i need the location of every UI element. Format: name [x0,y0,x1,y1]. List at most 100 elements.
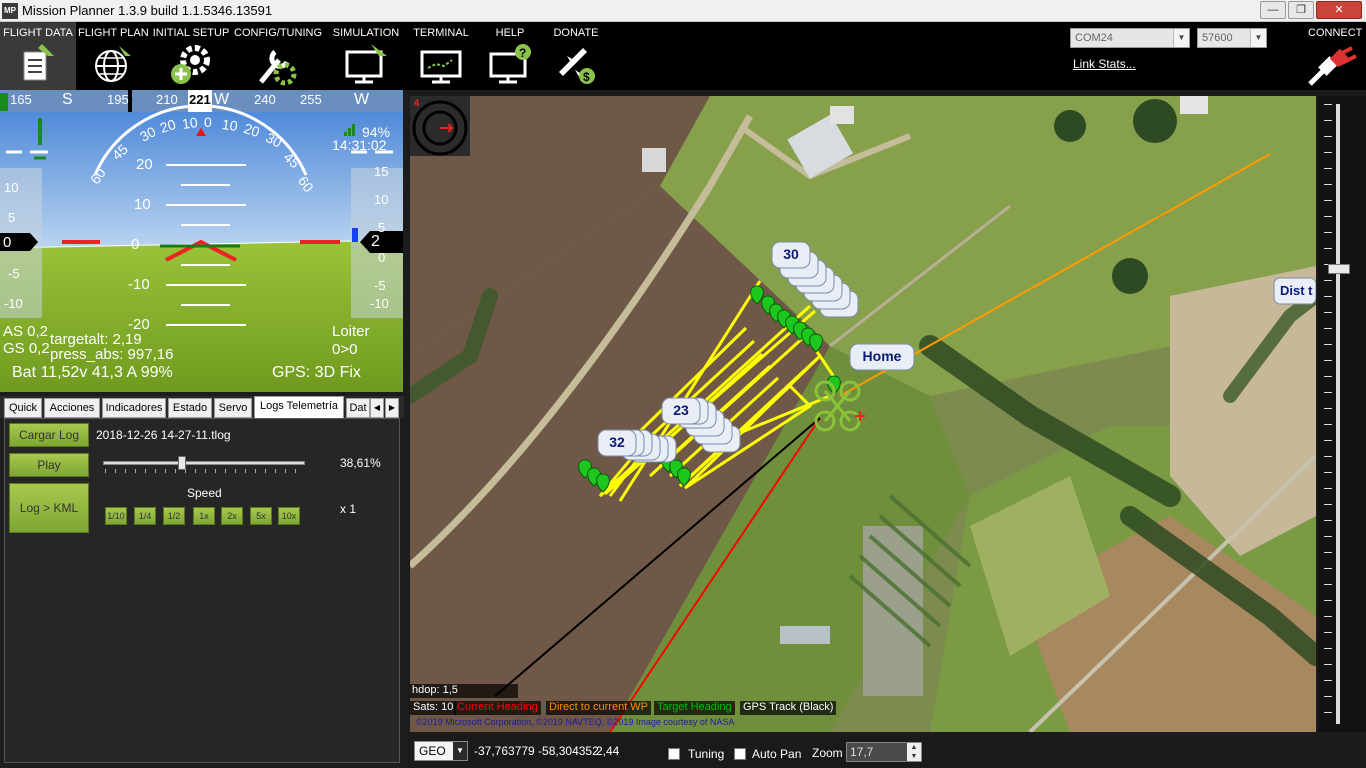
menu-label: INITIAL SETUP [152,27,230,39]
connect-plug-icon[interactable] [1306,46,1358,86]
left-panel: 165 S 195 210 221 W 240 255 W 60 45 30 2… [0,90,404,768]
zoom-ticks [1324,104,1332,724]
coord-type-select[interactable]: GEO ▼ [414,741,468,761]
minimize-button[interactable]: — [1260,1,1286,19]
press-abs-text: press_abs: 997,16 [50,346,174,363]
tab-dat[interactable]: Dat [346,398,370,418]
tab-quick[interactable]: Quick [4,398,42,418]
roll-tick: 10 [220,115,239,135]
waypoint-label-30[interactable]: 30 [772,246,810,262]
menu-help[interactable]: HELP ? [482,22,538,90]
slider-thumb[interactable] [178,456,186,470]
menu-flight-plan[interactable]: FLIGHT PLAN [78,22,149,90]
link-stats-link[interactable]: Link Stats... [1073,57,1136,71]
close-button[interactable]: ✕ [1316,1,1362,19]
speed-tape-tick: -10 [4,296,23,311]
menu-config-tuning[interactable]: CONFIG/TUNING [234,22,322,90]
tab-acciones[interactable]: Acciones [44,398,100,418]
speed-1x-button[interactable]: 1x [193,507,215,525]
zoom-input[interactable]: 17,7 ▲ ▼ [846,742,922,762]
config-tuning-icon [259,50,297,86]
load-log-button[interactable]: Cargar Log [9,423,89,447]
chevron-down-icon: ▼ [1173,29,1189,47]
main-menu-bar: FLIGHT DATA FLIGHT PLAN INITIAL SETUP CO… [0,22,1366,90]
speed-1-4-button[interactable]: 1/4 [134,507,156,525]
waypoint-label-23[interactable]: 23 [662,402,700,418]
app-icon: MP [2,3,18,19]
alt-tape-tick: -5 [374,278,386,293]
maximize-button[interactable]: ❐ [1288,1,1314,19]
hud-display: 165 S 195 210 221 W 240 255 W 60 45 30 2… [0,90,403,392]
alt-tape-tick: 15 [374,164,389,179]
tab-indicadores[interactable]: Indicadores [102,398,166,418]
port-select[interactable]: COM24 ▼ [1070,28,1190,48]
compass-tick: W [354,91,370,108]
speed-2x-button[interactable]: 2x [221,507,243,525]
tab-strip: Quick Acciones Indicadores Estado Servo … [0,396,404,418]
tab-estado[interactable]: Estado [168,398,212,418]
cursor-coordinates: -37,763779 -58,304352 [474,744,599,758]
title-bar: MP Mission Planner 1.3.9 build 1.1.5346.… [0,0,1366,22]
map-view[interactable]: 4 30 23 32 Home Dist t hdop: 1,5 Sats: 1… [410,96,1316,732]
terminal-icon [420,50,462,84]
waypoint-label-32[interactable]: 32 [598,434,636,450]
speed-1-2-button[interactable]: 1/2 [163,507,185,525]
legend-current-heading: Current Heading [454,701,541,715]
home-label[interactable]: Home [850,348,914,364]
compass-tick: W [214,91,230,108]
playback-slider[interactable] [103,456,305,470]
svg-text:$: $ [583,70,590,84]
speed-tape-tick: 5 [8,210,16,225]
zoom-slider[interactable] [1318,96,1366,732]
baud-select[interactable]: 57600 ▼ [1197,28,1267,48]
zoom-value: 17,7 [850,745,874,759]
battery-status: Bat 11,52v 41,3 A 99% [12,364,173,381]
alt-tape-tick: 10 [374,192,389,207]
compass-tick: 255 [300,92,322,107]
pitch-tick: 0 [131,236,140,253]
speed-value: 0 [3,234,12,251]
zoom-label: Zoom [812,746,843,760]
roll-tick: 0 [204,114,212,130]
initial-setup-icon [171,45,210,84]
map-status-bar: GEO ▼ -37,763779 -58,304352 2,44 Tuning … [408,736,1366,768]
menu-terminal[interactable]: TERMINAL [410,22,472,90]
tuning-checkbox[interactable] [668,748,680,760]
zoom-thumb[interactable] [1328,264,1350,274]
speed-tape-tick: 10 [4,180,19,195]
tab-scroll-left-icon[interactable]: ◀ [370,398,384,418]
roll-tick: 10 [180,113,199,133]
menu-label: FLIGHT PLAN [78,27,149,39]
auto-pan-checkbox[interactable] [734,748,746,760]
chevron-down-icon: ▼ [1250,29,1266,47]
window-title: Mission Planner 1.3.9 build 1.1.5346.135… [22,3,273,18]
legend-target-heading: Target Heading [654,701,735,715]
speed-5x-button[interactable]: 5x [250,507,272,525]
play-button[interactable]: Play [9,453,89,477]
menu-simulation[interactable]: SIMULATION [330,22,402,90]
menu-flight-data[interactable]: FLIGHT DATA [0,22,76,90]
tab-logs-telemetria[interactable]: Logs Telemetría [254,396,344,418]
menu-label: CONFIG/TUNING [234,27,322,39]
compass-tick: 210 [156,92,178,107]
logs-telemetry-pane: Cargar Log 2018-12-26 14-27-11.tlog Play… [4,418,400,763]
distance-label: Dist t [1280,283,1313,298]
zoom-stepper-icon[interactable]: ▲ ▼ [907,743,921,761]
tab-servo[interactable]: Servo [214,398,252,418]
compass-number: 4 [414,98,420,108]
tuning-label: Tuning [688,747,725,761]
speed-1-10-button[interactable]: 1/10 [105,507,127,525]
tab-scroll-right-icon[interactable]: ▶ [385,398,399,418]
menu-donate[interactable]: DONATE $ [546,22,606,90]
pitch-tick: 20 [136,156,153,173]
connect-label[interactable]: CONNECT [1308,27,1362,39]
log-to-kml-button[interactable]: Log > KML [9,483,89,533]
baud-value: 57600 [1202,32,1233,44]
auto-pan-label: Auto Pan [752,747,802,761]
menu-label: SIMULATION [332,27,400,39]
log-filename: 2018-12-26 14-27-11.tlog [96,428,231,442]
menu-initial-setup[interactable]: INITIAL SETUP [152,22,230,90]
port-value: COM24 [1075,32,1113,44]
chevron-down-icon: ▼ [453,742,467,760]
speed-10x-button[interactable]: 10x [278,507,300,525]
